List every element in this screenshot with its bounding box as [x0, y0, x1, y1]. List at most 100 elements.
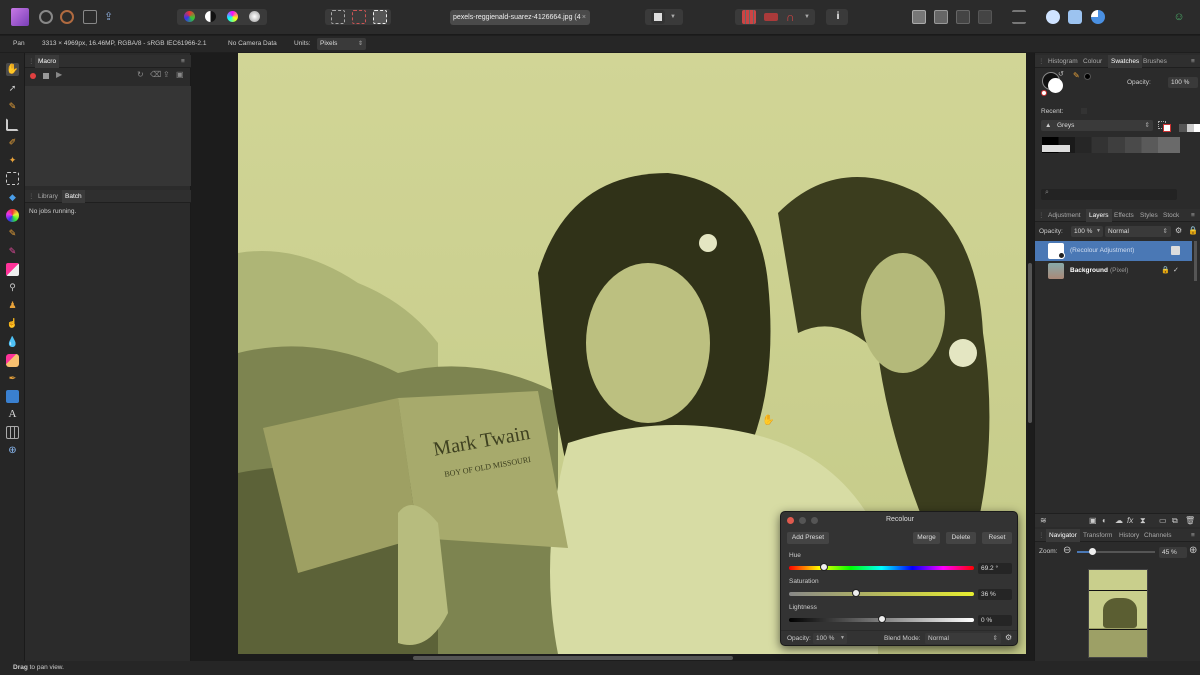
align-icon[interactable] — [1012, 10, 1026, 24]
clear-macro-icon[interactable]: ⌫ — [150, 70, 161, 79]
auto-colours-icon[interactable] — [227, 11, 238, 22]
zoom-slider-knob[interactable] — [1089, 548, 1096, 555]
tab-histogram[interactable]: Histogram — [1048, 55, 1078, 68]
quick-mask-icon[interactable] — [651, 10, 665, 24]
select-all-icon[interactable] — [331, 10, 345, 24]
auto-contrast-icon[interactable] — [205, 11, 216, 22]
move-tool-icon[interactable]: ➚ — [6, 82, 19, 95]
panel-menu-icon[interactable]: ≡ — [1191, 529, 1195, 542]
studio-link-icon[interactable] — [1046, 10, 1060, 24]
rectangle-tool-icon[interactable] — [6, 390, 19, 403]
flood-select-tool-icon[interactable]: ✦ — [6, 154, 19, 167]
blend-mode-select[interactable]: Normal ⇕ — [925, 633, 1001, 644]
save-macro-icon[interactable]: ▣ — [176, 70, 184, 79]
zoom-tool-icon[interactable]: ⊕ — [6, 444, 19, 457]
stop-icon[interactable] — [43, 73, 49, 79]
tab-library[interactable]: Library — [38, 190, 58, 203]
panel-menu-icon[interactable]: ≡ — [1191, 209, 1195, 222]
stroke-colour-well[interactable] — [1048, 78, 1063, 93]
zoom-in-icon[interactable]: ⊕ — [1189, 545, 1197, 556]
flood-fill-tool-icon[interactable]: ◆ — [6, 191, 19, 204]
dialog-opacity-input[interactable]: 100 % ▼ — [813, 633, 847, 644]
saturation-slider-knob[interactable] — [851, 589, 860, 597]
hue-slider-knob[interactable] — [820, 563, 829, 571]
layer-stack-icon[interactable]: ≋ — [1040, 516, 1047, 525]
tab-colour[interactable]: Colour — [1083, 55, 1102, 68]
arrange-backward-icon[interactable] — [934, 10, 948, 24]
develop-persona-icon[interactable] — [60, 10, 74, 24]
grey-swatch-a[interactable] — [1179, 124, 1187, 132]
swap-colours-icon[interactable]: ↺ — [1058, 70, 1064, 78]
recent-swatch-white[interactable] — [1081, 108, 1087, 114]
paint-brush-tool-icon[interactable]: ✎ — [6, 227, 19, 240]
adjustment-layer-icon[interactable]: ◐ — [1102, 516, 1107, 525]
snapping-grid-icon[interactable] — [742, 10, 756, 24]
hue-value-input[interactable]: 69.2 ° — [978, 563, 1012, 574]
inpainting-brush-tool-icon[interactable] — [6, 354, 19, 367]
tab-history[interactable]: History — [1119, 529, 1139, 542]
export-persona-icon[interactable]: ⇪ — [104, 10, 118, 24]
vertical-scrollbar[interactable] — [1028, 263, 1032, 423]
brush-layer-icon[interactable]: ⧗ — [1140, 516, 1146, 526]
saturation-value-input[interactable]: 36 % — [978, 589, 1012, 600]
drag-handle-icon[interactable]: ⋮ — [28, 190, 35, 203]
arrange-forward-icon[interactable] — [956, 10, 970, 24]
play-icon[interactable]: ▶ — [56, 70, 62, 79]
tab-swatches[interactable]: Swatches — [1108, 55, 1143, 68]
saturation-slider[interactable] — [789, 589, 974, 597]
zoom-slider[interactable] — [1077, 548, 1155, 555]
no-colour-icon[interactable] — [1041, 90, 1047, 96]
tab-styles[interactable]: Styles — [1140, 209, 1158, 222]
swatch-opacity-input[interactable]: 100 % — [1168, 77, 1198, 88]
invert-selection-icon[interactable] — [373, 10, 387, 24]
grey-swatch-c[interactable] — [1194, 124, 1200, 132]
drag-handle-icon[interactable]: ⋮ — [1038, 209, 1045, 222]
fx-icon[interactable]: fx — [1127, 516, 1133, 525]
gear-icon[interactable]: ⚙ — [1005, 633, 1012, 642]
deselect-icon[interactable] — [352, 10, 366, 24]
colour-picker-tool-icon[interactable]: ✎ — [6, 100, 19, 113]
layer-locked-icon[interactable]: 🔒 — [1161, 266, 1170, 274]
layer-row-background[interactable]: Background (Pixel) 🔒 ✓ — [1035, 261, 1192, 281]
drag-handle-icon[interactable]: ⋮ — [1038, 529, 1045, 542]
auto-white-balance-icon[interactable] — [249, 11, 260, 22]
swatch-search-input[interactable]: ⌕ — [1041, 189, 1177, 200]
mask-layer-icon[interactable]: ▣ — [1089, 516, 1097, 525]
snapping-magnet-icon[interactable]: ∩ — [786, 10, 800, 24]
gradient-tool-icon[interactable] — [6, 209, 19, 222]
personas-icon[interactable] — [1068, 10, 1082, 24]
export-icon[interactable] — [1091, 10, 1105, 24]
text-tool-icon[interactable]: A — [6, 408, 19, 421]
layer-edit-icon[interactable] — [1171, 246, 1180, 255]
info-icon[interactable]: i — [831, 10, 845, 24]
none-swatch[interactable] — [1163, 124, 1171, 132]
auto-levels-icon[interactable] — [184, 11, 195, 22]
zoom-input[interactable]: 45 % — [1159, 547, 1187, 558]
zoom-out-icon[interactable]: ⊖ — [1063, 545, 1071, 556]
blur-brush-tool-icon[interactable]: 💧 — [6, 336, 19, 349]
tab-navigator[interactable]: Navigator — [1046, 529, 1080, 542]
photo-persona-icon[interactable] — [39, 10, 53, 24]
panel-menu-icon[interactable]: ≡ — [181, 55, 185, 68]
erase-brush-tool-icon[interactable] — [6, 263, 19, 276]
layer-blend-select[interactable]: Normal ⇕ — [1105, 226, 1171, 237]
tab-channels[interactable]: Channels — [1144, 529, 1171, 542]
record-icon[interactable] — [30, 73, 36, 79]
add-pixel-layer-icon[interactable]: ⧉ — [1172, 516, 1178, 526]
export-macro-icon[interactable]: ⇪ — [163, 70, 170, 79]
greys-swatch-row2[interactable] — [1042, 145, 1070, 152]
document-tab[interactable]: pexels-reggienald-suarez-4126664.jpg (4 … — [450, 10, 590, 25]
pen-tool-icon[interactable]: ✒ — [6, 372, 19, 385]
mesh-warp-tool-icon[interactable] — [6, 426, 19, 439]
clone-brush-tool-icon[interactable]: ♟ — [6, 299, 19, 312]
arrange-front-icon[interactable] — [978, 10, 992, 24]
navigator-view-rect[interactable] — [1089, 590, 1147, 630]
layer-row-recolour[interactable]: (Recolour Adjustment) — [1035, 241, 1192, 261]
tab-batch[interactable]: Batch — [62, 190, 85, 203]
tab-macro[interactable]: Macro — [35, 55, 60, 68]
tone-mapping-persona-icon[interactable] — [83, 10, 97, 24]
lightness-value-input[interactable]: 0 % — [978, 615, 1012, 626]
navigator-preview[interactable] — [1088, 569, 1148, 658]
dodge-tool-icon[interactable]: ⚲ — [6, 281, 19, 294]
colour-picker-icon[interactable]: ✎ — [1073, 71, 1080, 80]
